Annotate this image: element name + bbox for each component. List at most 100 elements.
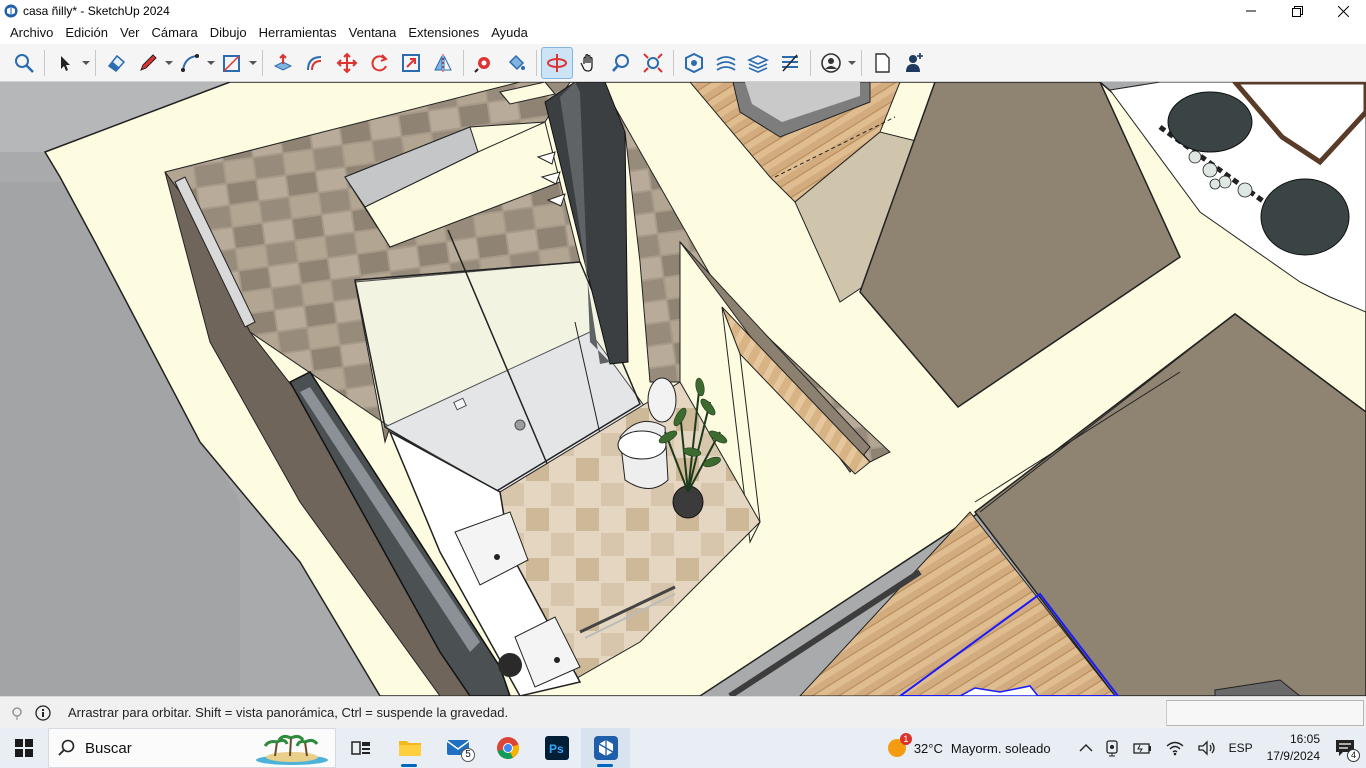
weather-widget[interactable]: 1 32°C Mayorm. soleado — [880, 728, 1057, 768]
pencil-tool-button[interactable] — [132, 47, 164, 79]
geolocation-button[interactable] — [8, 704, 26, 722]
info-button[interactable] — [34, 704, 52, 722]
pencil-dropdown[interactable] — [164, 47, 174, 79]
battery-icon — [1132, 743, 1151, 754]
orbit-icon — [547, 53, 567, 72]
user-add-icon — [906, 52, 923, 72]
task-view-icon — [350, 741, 370, 755]
chrome-button[interactable] — [483, 728, 532, 768]
location-pin-icon — [12, 706, 22, 720]
file-explorer-button[interactable] — [385, 728, 434, 768]
measurements-box[interactable] — [1166, 699, 1364, 726]
menu-extensiones[interactable]: Extensiones — [402, 22, 485, 44]
solid-tools-button[interactable] — [678, 47, 710, 79]
minimize-icon — [1246, 10, 1256, 12]
chevron-down-icon — [165, 60, 173, 65]
zoom-icon — [612, 53, 629, 72]
menu-ver[interactable]: Ver — [114, 22, 146, 44]
menu-archivo[interactable]: Archivo — [4, 22, 59, 44]
menu-camara[interactable]: Cámara — [146, 22, 204, 44]
language-indicator[interactable]: ESP — [1223, 728, 1259, 768]
system-tray: 1 32°C Mayorm. soleado ESP 16:05 17/9/20… — [880, 728, 1366, 768]
search-icon — [58, 739, 75, 756]
zoom-tool-button[interactable] — [605, 47, 637, 79]
push-pull-tool-button[interactable] — [267, 47, 299, 79]
menu-herramientas[interactable]: Herramientas — [253, 22, 343, 44]
minimize-button[interactable] — [1228, 0, 1274, 22]
clock-time: 16:05 — [1289, 732, 1320, 746]
add-user-button[interactable] — [898, 47, 930, 79]
task-view-button[interactable] — [336, 728, 385, 768]
styles-button[interactable] — [774, 47, 806, 79]
camera-tray-button[interactable] — [1099, 728, 1127, 768]
menu-bar: Archivo Edición Ver Cámara Dibujo Herram… — [0, 22, 1366, 44]
solid-tools-icon — [685, 52, 703, 73]
new-document-icon — [875, 52, 890, 73]
status-bar: Arrastrar para orbitar. Shift = vista pa… — [0, 696, 1366, 728]
bathroom-3d-model[interactable] — [0, 82, 1366, 696]
close-button[interactable] — [1320, 0, 1366, 22]
sandbox-icon — [716, 55, 736, 71]
restore-button[interactable] — [1274, 0, 1320, 22]
close-icon — [1337, 5, 1349, 17]
menu-ayuda[interactable]: Ayuda — [485, 22, 534, 44]
select-arrow-icon — [61, 55, 70, 71]
zoom-extents-icon — [643, 52, 663, 73]
paint-bucket-tool-button[interactable] — [500, 47, 532, 79]
rotate-icon — [371, 53, 388, 71]
eraser-tool-button[interactable] — [100, 47, 132, 79]
rectangle-icon — [223, 54, 240, 72]
arc-tool-button[interactable] — [174, 47, 206, 79]
photoshop-button[interactable]: Ps — [532, 728, 581, 768]
rectangle-tool-button[interactable] — [216, 47, 248, 79]
arc-dropdown[interactable] — [206, 47, 216, 79]
start-button[interactable] — [0, 728, 48, 768]
rotate-tool-button[interactable] — [363, 47, 395, 79]
show-hidden-icons-button[interactable] — [1073, 728, 1099, 768]
new-document-button[interactable] — [866, 47, 898, 79]
main-toolbar — [0, 44, 1366, 82]
tape-measure-tool-button[interactable] — [468, 47, 500, 79]
battery-tray-button[interactable] — [1127, 728, 1159, 768]
toolbar-separator — [262, 49, 263, 76]
paint-bucket-icon — [508, 54, 525, 70]
chevron-down-icon — [207, 60, 215, 65]
scale-tool-button[interactable] — [395, 47, 427, 79]
select-tool-button[interactable] — [49, 47, 81, 79]
zoom-extents-tool-button[interactable] — [637, 47, 669, 79]
rectangle-dropdown[interactable] — [248, 47, 258, 79]
layers-button[interactable] — [742, 47, 774, 79]
clock-date: 17/9/2024 — [1266, 749, 1320, 763]
sketchup-taskbar-button[interactable] — [581, 728, 630, 768]
wifi-tray-button[interactable] — [1159, 728, 1191, 768]
menu-edicion[interactable]: Edición — [59, 22, 114, 44]
menu-ventana[interactable]: Ventana — [343, 22, 403, 44]
mail-button[interactable]: 5 — [434, 728, 483, 768]
volume-tray-button[interactable] — [1191, 728, 1223, 768]
search-icon — [15, 53, 34, 73]
scale-icon — [402, 53, 420, 72]
model-viewport[interactable] — [0, 82, 1366, 696]
title-bar: casa ñilly* - SketchUp 2024 — [0, 0, 1366, 22]
notification-count-badge: 4 — [1347, 749, 1360, 762]
account-button[interactable] — [815, 47, 847, 79]
pan-tool-button[interactable] — [573, 47, 605, 79]
select-dropdown[interactable] — [81, 47, 91, 79]
move-tool-button[interactable] — [331, 47, 363, 79]
orbit-tool-button[interactable] — [541, 46, 573, 79]
offset-tool-button[interactable] — [299, 47, 331, 79]
flip-tool-button[interactable] — [427, 47, 459, 79]
search-placeholder: Buscar — [85, 739, 132, 757]
layers-icon — [747, 54, 769, 73]
arc-icon — [181, 53, 199, 72]
search-tool-button[interactable] — [8, 47, 40, 79]
notifications-button[interactable]: 4 — [1328, 728, 1362, 768]
account-dropdown[interactable] — [847, 47, 857, 79]
webcam-icon — [1105, 740, 1118, 757]
clock[interactable]: 16:05 17/9/2024 — [1259, 731, 1328, 765]
taskbar-search[interactable]: Buscar — [48, 728, 336, 768]
windows-logo-icon — [15, 739, 33, 757]
menu-dibujo[interactable]: Dibujo — [204, 22, 253, 44]
sandbox-tools-button[interactable] — [710, 47, 742, 79]
move-icon — [336, 52, 358, 73]
